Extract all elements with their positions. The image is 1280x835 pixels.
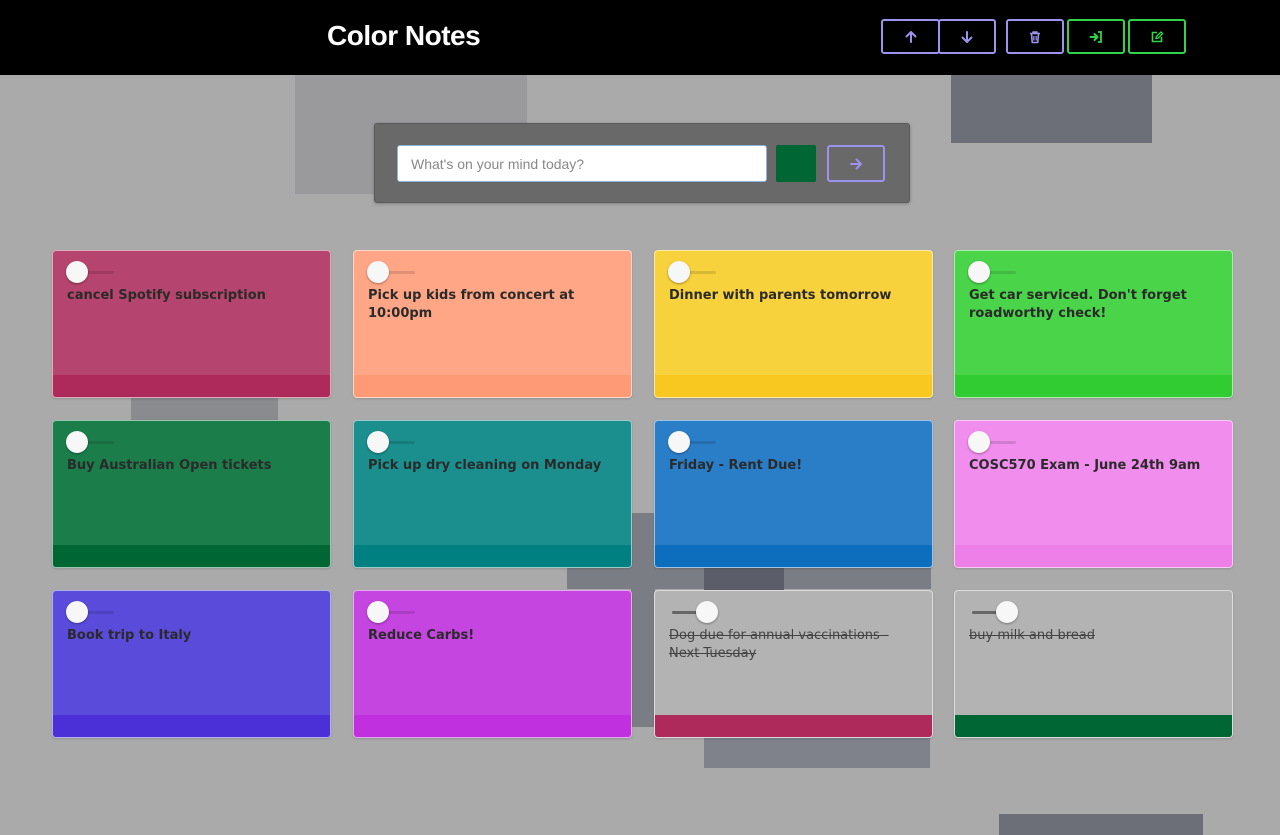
note-text: Reduce Carbs! (368, 628, 475, 643)
note-footer (53, 375, 330, 397)
done-toggle[interactable] (66, 261, 116, 283)
background-block (704, 567, 784, 591)
note-text: Dog due for annual vaccinations - Next T… (669, 628, 889, 661)
arrow-right-icon (850, 158, 862, 169)
trash-icon (1030, 30, 1040, 43)
done-toggle[interactable] (968, 431, 1018, 453)
done-toggle[interactable] (668, 601, 718, 623)
move-down-button[interactable] (938, 19, 996, 54)
note-card[interactable]: Get car serviced. Don't forget roadworth… (954, 250, 1233, 398)
done-toggle[interactable] (66, 601, 116, 623)
note-card[interactable]: Book trip to Italy (52, 590, 331, 738)
note-card[interactable]: Dinner with parents tomorrow (654, 250, 933, 398)
note-card[interactable]: buy milk and bread (954, 590, 1233, 738)
add-note-button[interactable] (827, 145, 885, 182)
note-text: Pick up dry cleaning on Monday (368, 458, 602, 473)
toggle-knob[interactable] (367, 261, 389, 283)
background-block (951, 75, 1152, 143)
note-text: Book trip to Italy (67, 628, 192, 643)
note-footer (955, 375, 1232, 397)
note-text: cancel Spotify subscription (67, 288, 266, 303)
edit-button[interactable] (1128, 19, 1186, 54)
toggle-knob[interactable] (66, 431, 88, 453)
note-text: Dinner with parents tomorrow (669, 288, 892, 303)
done-toggle[interactable] (367, 601, 417, 623)
toggle-knob[interactable] (968, 431, 990, 453)
note-footer (655, 375, 932, 397)
done-toggle[interactable] (66, 431, 116, 453)
toggle-knob[interactable] (367, 431, 389, 453)
note-footer (354, 715, 631, 737)
note-card[interactable]: COSC570 Exam - June 24th 9am (954, 420, 1233, 568)
toggle-knob[interactable] (66, 601, 88, 623)
note-composer (374, 123, 910, 203)
color-picker-swatch[interactable] (776, 145, 816, 182)
note-input[interactable] (397, 145, 767, 182)
note-card[interactable]: cancel Spotify subscription (52, 250, 331, 398)
arrow-up-icon (905, 30, 916, 43)
top-navbar: Color Notes (0, 0, 1280, 75)
toggle-knob[interactable] (696, 601, 718, 623)
background-block (131, 396, 278, 420)
toggle-knob[interactable] (367, 601, 389, 623)
note-card[interactable]: Friday - Rent Due! (654, 420, 933, 568)
note-footer (955, 545, 1232, 567)
note-card[interactable]: Buy Australian Open tickets (52, 420, 331, 568)
done-toggle[interactable] (668, 261, 718, 283)
arrow-down-icon (961, 30, 973, 43)
note-text: Buy Australian Open tickets (67, 458, 272, 473)
note-card[interactable]: Pick up dry cleaning on Monday (353, 420, 632, 568)
note-text: Pick up kids from concert at 10:00pm (368, 288, 575, 321)
note-card[interactable]: Reduce Carbs! (353, 590, 632, 738)
note-footer (655, 545, 932, 567)
note-text: COSC570 Exam - June 24th 9am (969, 458, 1201, 473)
note-card[interactable]: Pick up kids from concert at 10:00pm (353, 250, 632, 398)
done-toggle[interactable] (968, 601, 1018, 623)
note-text: Get car serviced. Don't forget roadworth… (969, 288, 1187, 321)
background-block (631, 589, 655, 727)
done-toggle[interactable] (668, 431, 718, 453)
note-footer (354, 545, 631, 567)
background-block (704, 737, 930, 768)
note-footer (655, 715, 932, 737)
background-block (999, 814, 1203, 835)
toggle-knob[interactable] (996, 601, 1018, 623)
note-footer (955, 715, 1232, 737)
app-title: Color Notes (327, 20, 481, 51)
sign-in-button[interactable] (1067, 19, 1125, 54)
sign-in-icon (1089, 30, 1102, 43)
edit-icon (1151, 30, 1164, 42)
done-toggle[interactable] (968, 261, 1018, 283)
note-text: Friday - Rent Due! (669, 458, 803, 473)
note-footer (354, 375, 631, 397)
move-up-button[interactable] (881, 19, 940, 54)
done-toggle[interactable] (367, 431, 417, 453)
note-footer (53, 545, 330, 567)
toggle-knob[interactable] (66, 261, 88, 283)
toggle-knob[interactable] (668, 261, 690, 283)
toggle-knob[interactable] (968, 261, 990, 283)
delete-button[interactable] (1006, 19, 1064, 54)
note-text: buy milk and bread (969, 628, 1095, 643)
toggle-knob[interactable] (668, 431, 690, 453)
done-toggle[interactable] (367, 261, 417, 283)
note-card[interactable]: Dog due for annual vaccinations - Next T… (654, 590, 933, 738)
note-footer (53, 715, 330, 737)
